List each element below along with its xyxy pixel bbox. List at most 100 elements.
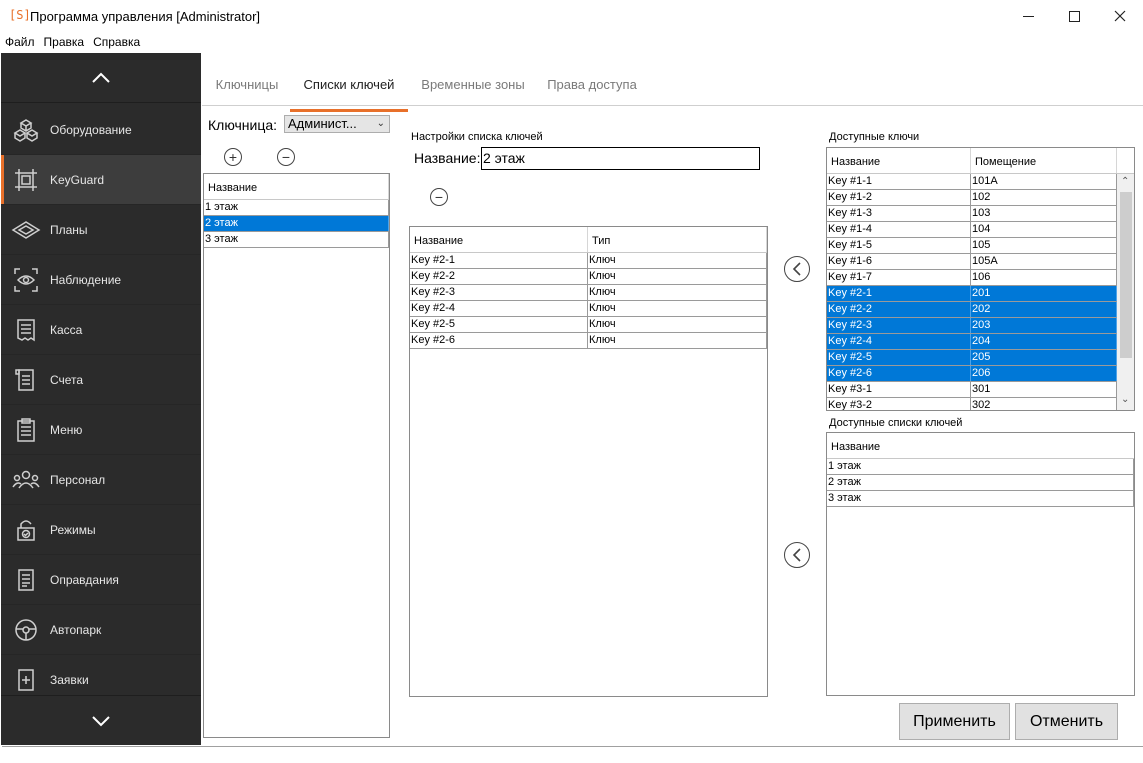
scroll-thumb[interactable]: [1120, 192, 1132, 358]
scroll-down-arrow-icon[interactable]: ⌄: [1121, 394, 1129, 405]
request-icon: [11, 665, 41, 695]
table-row[interactable]: Key #2-5 205: [827, 350, 1117, 366]
apply-button[interactable]: Применить: [899, 703, 1010, 740]
table-row[interactable]: 3 этаж: [827, 491, 1134, 507]
sidebar-item-invoices[interactable]: Счета: [1, 355, 201, 405]
tab-access-rights[interactable]: Права доступа: [540, 77, 644, 105]
table-cell: Key #2-4: [827, 334, 971, 349]
sidebar-item-plans[interactable]: Планы: [1, 205, 201, 255]
sidebar-item-surveillance[interactable]: Наблюдение: [1, 255, 201, 305]
table-row[interactable]: Key #2-4 204: [827, 334, 1117, 350]
sidebar-item-cash[interactable]: Касса: [1, 305, 201, 355]
sidebar-item-fleet[interactable]: Автопарк: [1, 605, 201, 655]
sidebar-item-label: Меню: [50, 422, 83, 437]
minimize-button[interactable]: [1005, 0, 1051, 32]
column-header-name[interactable]: Название: [827, 148, 971, 173]
table-cell: 204: [971, 334, 1117, 349]
available-lists-title: Доступные списки ключей: [829, 417, 963, 429]
invoice-icon: [11, 365, 41, 395]
table-cell: Key #2-6: [410, 333, 588, 348]
sidebar-scroll-down-button[interactable]: [1, 695, 201, 745]
table-row[interactable]: Key #3-2 302: [827, 398, 1117, 410]
sidebar-item-label: Наблюдение: [50, 272, 122, 287]
plus-icon: +: [228, 149, 238, 165]
table-cell: 101A: [971, 174, 1117, 189]
close-icon: [1114, 10, 1126, 22]
table-row[interactable]: Key #3-1 301: [827, 382, 1117, 398]
table-row[interactable]: 3 этаж: [204, 232, 389, 248]
cancel-button[interactable]: Отменить: [1015, 703, 1118, 740]
title-bar: [S] Программа управления [Administrator]: [0, 0, 1143, 32]
column-header-type[interactable]: Тип: [588, 227, 767, 252]
sidebar-scroll-up-button[interactable]: [1, 53, 201, 103]
column-header-name[interactable]: Название: [827, 433, 1134, 458]
table-cell: Ключ: [588, 333, 767, 348]
table-row[interactable]: Key #2-1 201: [827, 286, 1117, 302]
sidebar-item-excuses[interactable]: Оправдания: [1, 555, 201, 605]
menu-edit[interactable]: Правка: [39, 32, 89, 52]
table-cell: Key #2-2: [410, 269, 588, 284]
grid-header: Название: [827, 433, 1134, 459]
table-row[interactable]: Key #2-5 Ключ: [410, 317, 767, 333]
table-row[interactable]: Key #1-4 104: [827, 222, 1117, 238]
close-button[interactable]: [1097, 0, 1143, 32]
table-cell: Key #2-6: [827, 366, 971, 381]
maximize-button[interactable]: [1051, 0, 1097, 32]
sidebar-item-requests[interactable]: Заявки: [1, 655, 201, 695]
table-cell: 1 этаж: [204, 200, 389, 215]
list-keys-grid: Название Тип Key #2-1 Ключ Key #2-2 Ключ Key…: [409, 226, 768, 697]
app-logo: [S]: [9, 8, 31, 22]
chevron-down-icon: [92, 715, 110, 726]
table-row[interactable]: Key #2-3 Ключ: [410, 285, 767, 301]
settings-section-title: Настройки списка ключей: [411, 131, 543, 143]
key-cabinet-select[interactable]: Админист... ⌄: [284, 115, 390, 133]
sidebar-item-equipment[interactable]: Оборудование: [1, 105, 201, 155]
table-row[interactable]: Key #2-4 Ключ: [410, 301, 767, 317]
steering-wheel-icon: [11, 615, 41, 645]
table-row[interactable]: 2 этаж: [827, 475, 1134, 491]
table-row[interactable]: Key #1-1 101A: [827, 174, 1117, 190]
remove-list-button[interactable]: −: [277, 148, 295, 166]
add-list-button[interactable]: +: [224, 148, 242, 166]
table-row[interactable]: Key #1-2 102: [827, 190, 1117, 206]
sidebar-item-keyguard[interactable]: KeyGuard: [1, 155, 201, 205]
table-cell: Ключ: [588, 317, 767, 332]
add-lists-to-list-button[interactable]: [784, 542, 810, 568]
table-row[interactable]: 1 этаж: [827, 459, 1134, 475]
column-header-name[interactable]: Название: [410, 227, 588, 252]
table-row[interactable]: Key #2-6 Ключ: [410, 333, 767, 349]
grid-header: Название Тип: [410, 227, 767, 253]
add-keys-to-list-button[interactable]: [784, 256, 810, 282]
sidebar-item-staff[interactable]: Персонал: [1, 455, 201, 505]
menu-file[interactable]: Файл: [0, 32, 39, 52]
sidebar-item-modes[interactable]: Режимы: [1, 505, 201, 555]
table-row[interactable]: Key #2-2 Ключ: [410, 269, 767, 285]
menu-help[interactable]: Справка: [88, 32, 144, 52]
table-row[interactable]: Key #2-6 206: [827, 366, 1117, 382]
table-row[interactable]: Key #1-7 106: [827, 270, 1117, 286]
table-row[interactable]: 2 этаж: [204, 216, 389, 232]
table-cell: 2 этаж: [827, 475, 1134, 490]
table-row[interactable]: Key #2-2 202: [827, 302, 1117, 318]
available-keys-scrollbar[interactable]: ⌃ ⌄: [1117, 174, 1134, 410]
remove-key-button[interactable]: −: [430, 188, 448, 206]
sidebar-item-menu[interactable]: Меню: [1, 405, 201, 455]
column-header-room[interactable]: Помещение: [971, 148, 1117, 173]
tab-key-cabinets[interactable]: Ключницы: [206, 77, 288, 105]
scroll-up-arrow-icon[interactable]: ⌃: [1121, 176, 1129, 187]
table-row[interactable]: Key #2-1 Ключ: [410, 253, 767, 269]
table-cell: Ключ: [588, 285, 767, 300]
table-row[interactable]: 1 этаж: [204, 200, 389, 216]
list-name-input[interactable]: 2 этаж: [481, 147, 760, 170]
table-row[interactable]: Key #1-6 105A: [827, 254, 1117, 270]
table-row[interactable]: Key #1-5 105: [827, 238, 1117, 254]
sidebar-item-label: Автопарк: [50, 622, 102, 637]
table-row[interactable]: Key #1-3 103: [827, 206, 1117, 222]
column-header-name[interactable]: Название: [204, 174, 389, 199]
clipboard-icon: [11, 415, 41, 445]
table-row[interactable]: Key #2-3 203: [827, 318, 1117, 334]
tab-time-zones[interactable]: Временные зоны: [414, 77, 532, 105]
eye-icon: [11, 265, 41, 295]
tab-key-lists[interactable]: Списки ключей: [290, 77, 408, 112]
sidebar-item-label: Оборудование: [50, 122, 132, 137]
